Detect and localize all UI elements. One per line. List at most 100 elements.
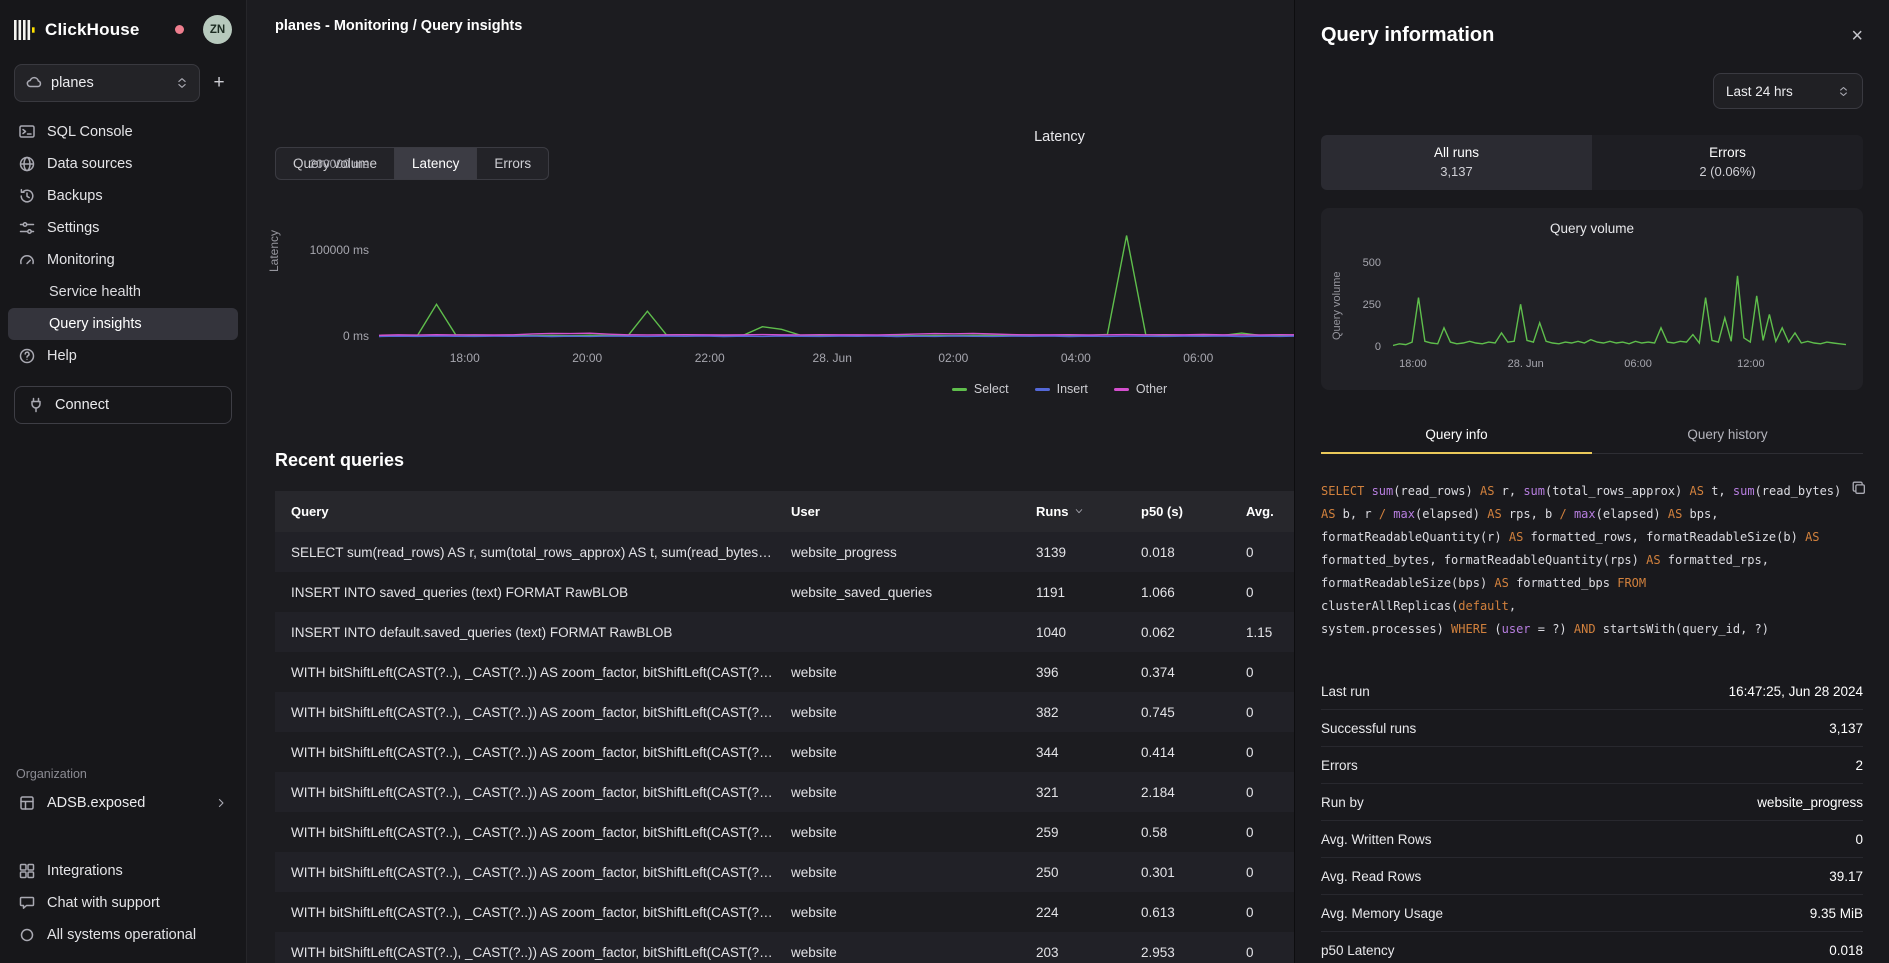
query-cell: WITH bitShiftLeft(CAST(?..), _CAST(?..))… xyxy=(275,825,775,840)
select-carets-icon xyxy=(175,75,189,91)
integrations-grid-icon xyxy=(18,862,36,880)
table-row[interactable]: WITH bitShiftLeft(CAST(?..), _CAST(?..))… xyxy=(275,772,1357,812)
sidebar-subitem-label: Query insights xyxy=(49,316,142,332)
recent-queries-title: Recent queries xyxy=(275,450,404,471)
sidebar-item-data-sources[interactable]: Data sources xyxy=(8,148,238,180)
query-cell: WITH bitShiftLeft(CAST(?..), _CAST(?..))… xyxy=(275,905,775,920)
avatar[interactable]: ZN xyxy=(203,15,232,44)
query-volume-chart xyxy=(1393,260,1846,352)
detail-value: website_progress xyxy=(1757,795,1863,810)
x-tick-label: 12:00 xyxy=(1737,358,1765,370)
sidebar-subitem[interactable]: Service health xyxy=(8,276,238,308)
sidebar-item-integrations[interactable]: Integrations xyxy=(8,855,238,887)
detail-row: Avg. Read Rows 39.17 xyxy=(1321,858,1863,895)
x-tick-label: 20:00 xyxy=(572,351,602,365)
legend-item[interactable]: Other xyxy=(1114,382,1167,396)
time-range-row: Last 24 hrs xyxy=(1321,73,1863,109)
detail-value: 0.018 xyxy=(1829,943,1863,958)
time-range-select[interactable]: Last 24 hrs xyxy=(1713,73,1863,109)
query-cell: WITH bitShiftLeft(CAST(?..), _CAST(?..))… xyxy=(275,945,775,960)
p50-cell: 1.066 xyxy=(1125,585,1230,600)
legend-swatch xyxy=(1035,388,1050,391)
table-row[interactable]: SELECT sum(read_rows) AS r, sum(total_ro… xyxy=(275,532,1357,572)
tab-query-history[interactable]: Query history xyxy=(1592,416,1863,453)
segment-errors[interactable]: Errors 2 (0.06%) xyxy=(1592,135,1863,190)
table-row[interactable]: WITH bitShiftLeft(CAST(?..), _CAST(?..))… xyxy=(275,892,1357,932)
detail-row: Errors 2 xyxy=(1321,747,1863,784)
legend-item[interactable]: Insert xyxy=(1035,382,1088,396)
p50-cell: 0.613 xyxy=(1125,905,1230,920)
table-body: SELECT sum(read_rows) AS r, sum(total_ro… xyxy=(275,532,1357,963)
sidebar-subitem-label: Service health xyxy=(49,284,141,300)
sidebar-item-monitoring[interactable]: Monitoring xyxy=(8,244,238,276)
segment-all-runs[interactable]: All runs 3,137 xyxy=(1321,135,1592,190)
detail-row: Avg. Memory Usage 9.35 MiB xyxy=(1321,895,1863,932)
user-cell: website_progress xyxy=(775,545,1020,560)
user-cell: website xyxy=(775,665,1020,680)
sidebar-item-label: Settings xyxy=(47,220,99,236)
table-row[interactable]: WITH bitShiftLeft(CAST(?..), _CAST(?..))… xyxy=(275,692,1357,732)
table-row[interactable]: INSERT INTO saved_queries (text) FORMAT … xyxy=(275,572,1357,612)
table-row[interactable]: WITH bitShiftLeft(CAST(?..), _CAST(?..))… xyxy=(275,652,1357,692)
organization-name: ADSB.exposed xyxy=(47,795,145,811)
runs-cell: 250 xyxy=(1020,865,1125,880)
sidebar-item-backups[interactable]: Backups xyxy=(8,180,238,212)
x-tick-label: 18:00 xyxy=(450,351,480,365)
legend-item[interactable]: Select xyxy=(952,382,1009,396)
column-header-runs[interactable]: Runs xyxy=(1020,504,1125,519)
table-row[interactable]: INSERT INTO default.saved_queries (text)… xyxy=(275,612,1357,652)
brand-name: ClickHouse xyxy=(45,20,140,40)
sidebar-item-help[interactable]: Help xyxy=(8,340,238,372)
table-header: Query User Runs p50 (s) Avg. xyxy=(275,491,1357,532)
sidebar-item-label: Data sources xyxy=(47,156,132,172)
breadcrumb: planes - Monitoring / Query insights xyxy=(275,18,522,34)
query-cell: INSERT INTO default.saved_queries (text)… xyxy=(275,625,775,640)
column-header-user[interactable]: User xyxy=(775,504,1020,519)
detail-label: Run by xyxy=(1321,795,1364,810)
x-tick-label: 04:00 xyxy=(1061,351,1091,365)
organization-label: Organization xyxy=(0,767,246,781)
sidebar-item-label: Backups xyxy=(47,188,103,204)
p50-cell: 0.745 xyxy=(1125,705,1230,720)
panel-title: Query information xyxy=(1321,24,1494,47)
p50-cell: 0.414 xyxy=(1125,745,1230,760)
segment-label: Errors xyxy=(1592,145,1863,160)
copy-icon[interactable] xyxy=(1851,480,1867,501)
x-tick-label: 28. Jun xyxy=(1508,358,1544,370)
sidebar-item-sql-console[interactable]: SQL Console xyxy=(8,116,238,148)
table-row[interactable]: WITH bitShiftLeft(CAST(?..), _CAST(?..))… xyxy=(275,932,1357,963)
sidebar-item-system-status[interactable]: All systems operational xyxy=(8,919,238,951)
column-header-query[interactable]: Query xyxy=(275,504,775,519)
sidebar-item-chat-support[interactable]: Chat with support xyxy=(8,887,238,919)
table-row[interactable]: WITH bitShiftLeft(CAST(?..), _CAST(?..))… xyxy=(275,812,1357,852)
detail-row: Avg. Written Rows 0 xyxy=(1321,821,1863,858)
close-icon[interactable]: × xyxy=(1851,26,1863,46)
y-tick-label: 250 xyxy=(1339,299,1381,311)
query-details-list: Last run 16:47:25, Jun 28 2024 Successfu… xyxy=(1321,673,1863,963)
sidebar-item-settings[interactable]: Settings xyxy=(8,212,238,244)
add-service-button[interactable]: + xyxy=(206,64,232,102)
organization-switcher[interactable]: ADSB.exposed xyxy=(8,787,238,819)
y-axis-label: Latency xyxy=(267,230,281,272)
tab-query-info[interactable]: Query info xyxy=(1321,416,1592,453)
connect-label: Connect xyxy=(55,397,109,413)
time-range-value: Last 24 hrs xyxy=(1726,84,1793,99)
sql-text: SELECT sum(read_rows) AS r, sum(total_ro… xyxy=(1321,480,1863,641)
table-row[interactable]: WITH bitShiftLeft(CAST(?..), _CAST(?..))… xyxy=(275,852,1357,892)
detail-label: Avg. Written Rows xyxy=(1321,832,1432,847)
x-tick-label: 06:00 xyxy=(1624,358,1652,370)
sql-code-block: SELECT sum(read_rows) AS r, sum(total_ro… xyxy=(1321,480,1863,641)
status-dot-icon xyxy=(18,926,36,944)
service-selector[interactable]: planes xyxy=(14,64,200,102)
sidebar-subitem[interactable]: Query insights xyxy=(8,308,238,340)
connect-button[interactable]: Connect xyxy=(14,386,232,424)
cloud-icon xyxy=(25,74,43,92)
runs-cell: 1191 xyxy=(1020,585,1125,600)
query-information-panel: Query information × Last 24 hrs All runs… xyxy=(1294,0,1889,963)
user-cell: website xyxy=(775,945,1020,960)
column-header-p50[interactable]: p50 (s) xyxy=(1125,504,1230,519)
service-selector-row: planes + xyxy=(0,64,246,102)
plug-icon xyxy=(27,396,45,414)
sidebar-footer: Integrations Chat with support All syste… xyxy=(0,855,246,951)
table-row[interactable]: WITH bitShiftLeft(CAST(?..), _CAST(?..))… xyxy=(275,732,1357,772)
